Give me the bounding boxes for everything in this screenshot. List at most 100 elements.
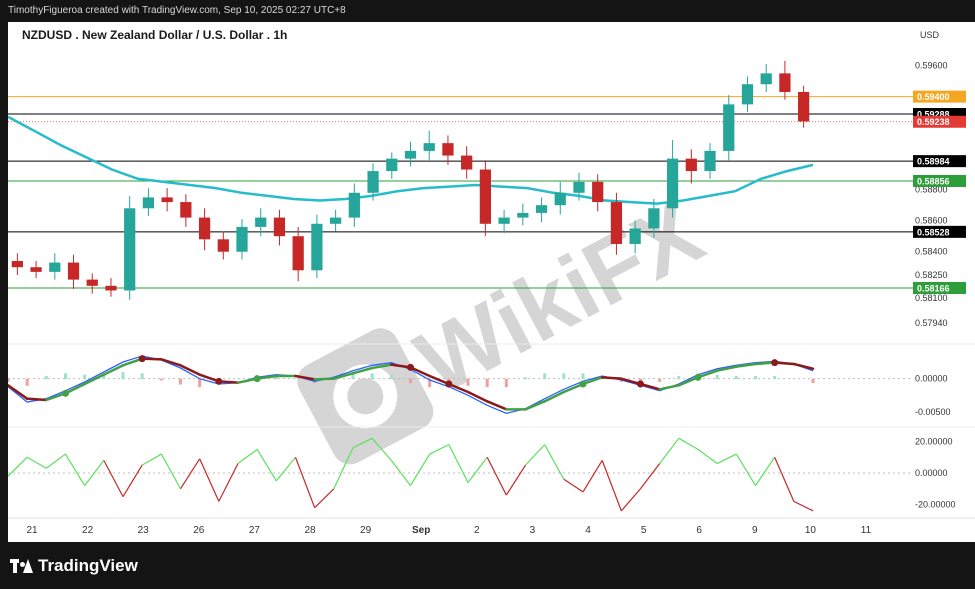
candle-body [610, 202, 623, 244]
time-tick-label: 28 [304, 525, 316, 536]
oscillator-segment [160, 453, 182, 490]
oscillator-segment [103, 460, 124, 497]
macd-histogram-bar [466, 378, 470, 386]
macd-signal-segment [25, 397, 48, 402]
oscillator-pane[interactable]: 20.00000 0.00000 -20.00000 [7, 436, 956, 512]
macd-histogram-bar [370, 373, 374, 380]
price-tick-label: 0.58600 [915, 216, 948, 226]
time-tick-label: 2 [474, 525, 480, 536]
candle-body [180, 202, 192, 218]
oscillator-segment [582, 460, 603, 493]
oscillator-segment [467, 456, 488, 483]
attribution-text: TimothyFigueroa created with TradingView… [8, 5, 346, 16]
macd-histogram-bar [44, 376, 48, 380]
oscillator-segment [294, 457, 316, 508]
candle-body [741, 84, 754, 105]
time-tick-label: Sep [412, 525, 430, 536]
oscillator-segment [601, 460, 622, 512]
price-tick-label: 0.58100 [915, 293, 948, 303]
oscillator-segment [640, 463, 661, 490]
macd-cross-marker [407, 363, 414, 371]
macd-tick-label: -0.00500 [915, 407, 951, 417]
last-price-label: 0.59238 [917, 117, 950, 127]
macd-cross-marker [637, 380, 644, 388]
oscillator-segment [755, 456, 776, 486]
candle-body [479, 169, 491, 224]
candle-body [367, 171, 379, 193]
macd-histogram-bar [6, 378, 10, 382]
oscillator-segment [793, 500, 814, 512]
macd-signal-segment [6, 384, 29, 400]
chart-panel[interactable]: WikiFX 0.59600 0.58800 0.58600 0.58400 0.582… [6, 22, 975, 542]
oscillator-segment [26, 456, 47, 469]
macd-histogram-bar [581, 373, 585, 380]
candle-body [404, 150, 417, 159]
candle-body [67, 262, 80, 280]
macd-signal-segment [600, 376, 623, 380]
tradingview-logo[interactable]: TradingView [10, 556, 138, 576]
time-tick-label: 21 [26, 525, 38, 536]
macd-histogram-bar [64, 373, 67, 380]
candle-body [348, 192, 360, 218]
price-tick-label: 0.57940 [915, 318, 948, 328]
time-tick-label: 22 [82, 525, 94, 536]
candle-body [423, 143, 435, 151]
candle-body [30, 267, 42, 272]
candle-body [666, 158, 679, 209]
chart-canvas[interactable]: WikiFX 0.596000.588000.586000.584000.582… [6, 22, 975, 542]
oscillator-segment [409, 453, 431, 486]
candle-body [311, 223, 323, 271]
oscillator-segment [505, 464, 527, 496]
candle-body [779, 73, 791, 92]
chart-title: NZDUSD . New Zealand Dollar / U.S. Dolla… [22, 28, 287, 42]
macd-histogram-bar [562, 373, 566, 380]
candle-body [217, 239, 229, 252]
level-label: 0.58528 [917, 227, 950, 237]
candle-body [461, 155, 473, 170]
macd-signal-segment [313, 377, 336, 381]
macd-histogram-bar [159, 378, 163, 381]
candle-body [330, 217, 342, 224]
macd-cross-marker [579, 380, 587, 388]
macd-histogram-bar [543, 373, 547, 380]
macd-cross-marker [138, 355, 146, 363]
time-tick-label: 5 [641, 525, 647, 536]
macd-histogram-bar [409, 378, 412, 384]
time-tick-label: 29 [360, 525, 372, 536]
oscillator-segment [486, 456, 507, 496]
macd-signal-segment [83, 373, 106, 386]
oscillator-segment [620, 488, 641, 512]
oscillator-segment [179, 458, 201, 490]
candle-body [573, 181, 585, 193]
time-tick-label: 10 [805, 525, 817, 536]
oscillator-segment [544, 444, 565, 480]
oscillator-segment [84, 460, 105, 486]
time-tick-label: 11 [861, 525, 872, 536]
macd-histogram-bar [179, 378, 182, 385]
price-tick-label: 0.59600 [915, 61, 948, 71]
oscillator-segment [525, 444, 546, 466]
oscillator-segment [448, 444, 469, 483]
tradingview-logo-text: TradingView [38, 556, 138, 575]
candle-body [535, 205, 548, 213]
oscillator-segment [218, 463, 239, 502]
macd-cross-marker [445, 380, 453, 388]
price-tick-label: 0.58400 [915, 247, 948, 257]
time-tick-label: 3 [530, 525, 536, 536]
time-tick-label: 23 [138, 525, 150, 536]
tradingview-logo-icon [10, 559, 33, 573]
macd-histogram-bar [121, 372, 125, 380]
candle-body [161, 197, 173, 203]
footer: TradingView [0, 542, 975, 589]
oscillator-segment [141, 453, 162, 466]
oscillator-segment [237, 448, 258, 465]
level-label: 0.59400 [917, 92, 950, 102]
candle-body [236, 226, 248, 252]
candle-body [629, 228, 641, 244]
oscillator-segment [122, 464, 143, 497]
macd-histogram-bar [734, 376, 738, 380]
macd-histogram-bar [83, 374, 87, 380]
candle-body [442, 143, 454, 156]
macd-histogram-bar [524, 377, 527, 380]
macd-signal-segment [524, 400, 546, 411]
